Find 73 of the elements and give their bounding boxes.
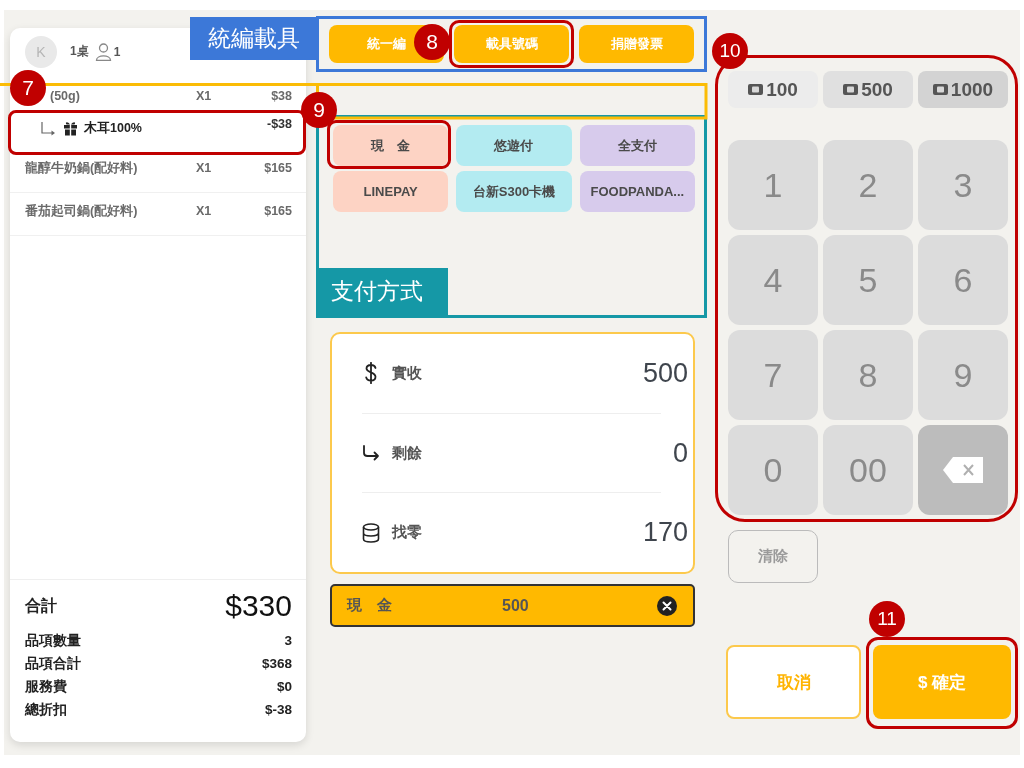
- summary-label: 品項數量: [25, 631, 81, 650]
- clear-button[interactable]: 清除: [728, 530, 818, 583]
- keypad-key[interactable]: 9: [918, 330, 1008, 420]
- callout-badge: 7: [10, 70, 46, 106]
- keypad-key[interactable]: 7: [728, 330, 818, 420]
- tender-value: 500: [642, 357, 688, 389]
- tender-value: 170: [642, 517, 688, 549]
- total-amount: $330: [225, 589, 292, 623]
- callout-badge: 10: [712, 33, 748, 69]
- callout-badge: 9: [301, 92, 337, 128]
- banknote-icon: [932, 84, 948, 95]
- item-name: 番茄起司鍋(配好料): [25, 203, 139, 219]
- payment-method-button[interactable]: 悠遊付: [456, 125, 572, 166]
- invoice-button[interactable]: 載具號碼: [454, 25, 569, 63]
- item-quantity: X1: [196, 203, 213, 219]
- tender-label: 剩餘: [392, 443, 422, 463]
- keypad-key[interactable]: 6: [918, 235, 1008, 325]
- item-name: 龍醇牛奶鍋(配好料): [25, 160, 139, 176]
- callout-badge: 8: [414, 24, 450, 60]
- table-number: 1桌: [70, 43, 89, 60]
- summary-label: 品項合計: [25, 654, 81, 673]
- person-icon: [94, 42, 112, 61]
- guest-count: 1: [113, 44, 121, 59]
- quick-amount-button[interactable]: 500: [823, 71, 913, 108]
- tender-value: 0: [672, 437, 688, 469]
- backspace-icon: [943, 457, 983, 483]
- total-label: 合計: [25, 595, 57, 616]
- item-price: $165: [263, 160, 292, 176]
- keypad-key[interactable]: 0: [728, 425, 818, 515]
- payment-method-button[interactable]: 全支付: [579, 125, 695, 166]
- payment-method-button[interactable]: FOODPANDA...: [579, 171, 695, 212]
- payment-method-button[interactable]: 現 金: [333, 125, 449, 166]
- invoice-button[interactable]: 捐贈發票: [579, 25, 694, 63]
- quick-amount-button[interactable]: 100: [728, 71, 818, 108]
- tender-label: 實收: [392, 363, 422, 383]
- summary-value: 3: [284, 633, 292, 648]
- payment-method-button[interactable]: LINEPAY: [333, 171, 449, 212]
- keypad-key[interactable]: 8: [823, 330, 913, 420]
- close-icon[interactable]: [657, 595, 677, 616]
- payment-method: 現 金: [347, 596, 393, 615]
- discount-name: 木耳100%: [84, 120, 142, 136]
- summary-label: 服務費: [25, 677, 67, 696]
- cancel-button[interactable]: 取消: [726, 645, 861, 719]
- summary-value: $0: [276, 679, 292, 694]
- keypad-key[interactable]: 5: [823, 235, 913, 325]
- summary-value: $368: [261, 656, 292, 671]
- annotation-label: 統編載具: [190, 17, 318, 60]
- database-icon: [362, 522, 380, 543]
- annotation-label: 支付方式: [319, 268, 448, 315]
- summary-label: 總折扣: [25, 700, 67, 719]
- keypad-key[interactable]: 2: [823, 140, 913, 230]
- item-price: $165: [263, 203, 292, 219]
- payment-method-button[interactable]: 台新S300卡機: [456, 171, 572, 212]
- banknote-icon: [748, 84, 764, 95]
- corner-arrow-icon: [40, 121, 56, 136]
- quick-amount-button[interactable]: 1000: [918, 71, 1008, 108]
- keypad-key[interactable]: 1: [728, 140, 818, 230]
- summary-value: $-38: [264, 702, 292, 717]
- tender-label: 找零: [392, 523, 422, 543]
- keypad-key[interactable]: 3: [918, 140, 1008, 230]
- keypad-key[interactable]: 00: [823, 425, 913, 515]
- discount-amount: -$38: [266, 116, 292, 132]
- payment-amount: 500: [502, 596, 529, 615]
- item-quantity: X1: [196, 160, 213, 176]
- banknote-icon: [843, 84, 859, 95]
- item-price: $38: [270, 88, 292, 104]
- gift-icon: [63, 121, 78, 136]
- callout-badge: 11: [869, 601, 905, 637]
- turn-arrow-icon: [362, 445, 380, 461]
- keypad-key[interactable]: 4: [728, 235, 818, 325]
- item-name: (50g): [49, 88, 81, 104]
- confirm-button[interactable]: $ 確定: [873, 645, 1011, 719]
- item-quantity: X1: [196, 88, 213, 104]
